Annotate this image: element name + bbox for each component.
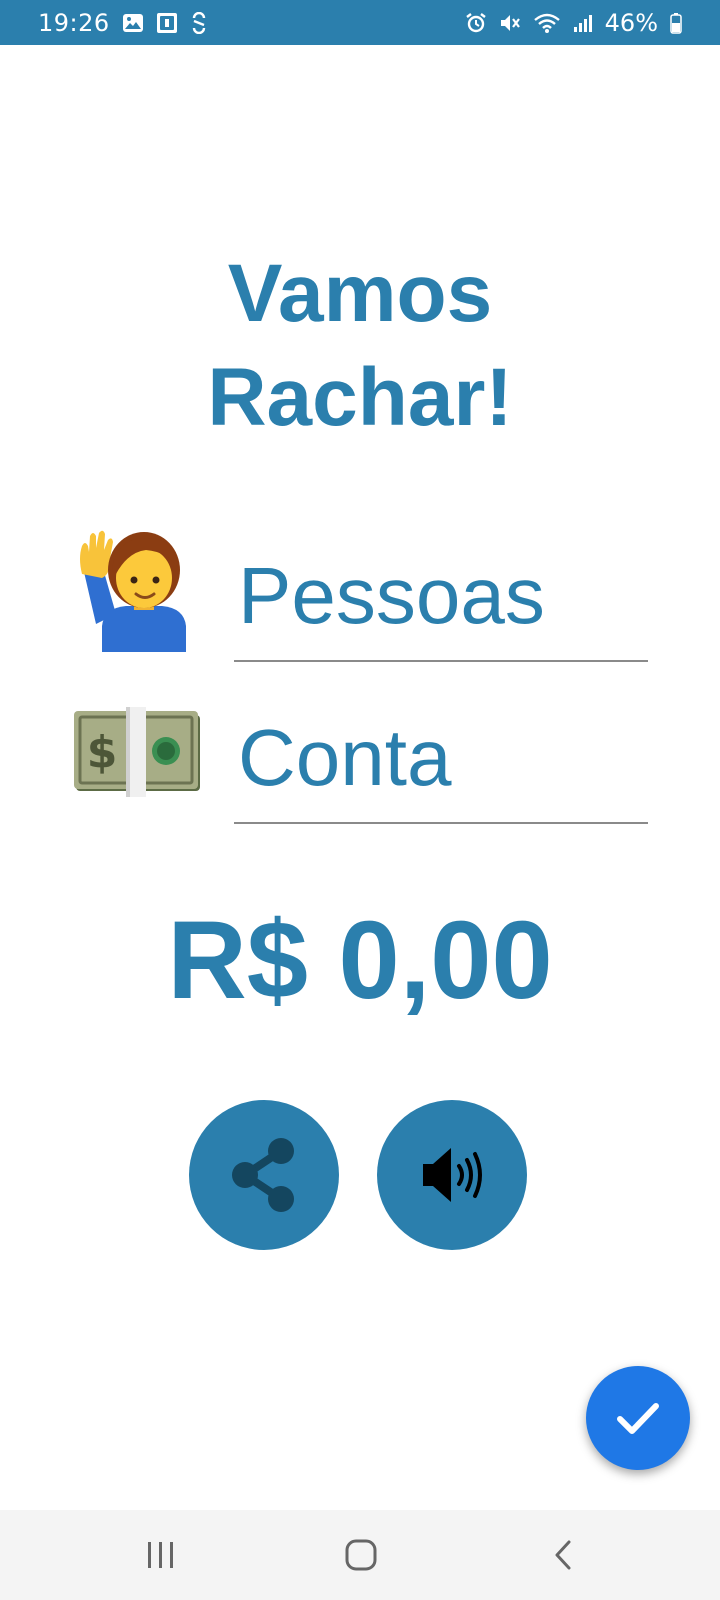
wifi-icon [533, 11, 561, 35]
battery-icon [670, 11, 682, 35]
bill-input[interactable] [234, 708, 644, 808]
mute-icon [499, 11, 521, 35]
raising-hand-icon [74, 528, 202, 652]
people-input[interactable] [234, 546, 644, 646]
share-button[interactable] [189, 1100, 339, 1250]
status-left: 19:26 [38, 9, 208, 37]
recents-button[interactable] [131, 1532, 191, 1578]
signal-icon [573, 11, 593, 35]
check-icon [617, 1403, 659, 1434]
title-line-1: Vamos [227, 248, 493, 339]
money-bill-icon: $ [74, 690, 202, 814]
home-button[interactable] [331, 1532, 391, 1578]
speaker-icon [423, 1148, 482, 1202]
gallery-icon [122, 11, 144, 35]
result-amount: R$ 0,00 [167, 899, 553, 1022]
speak-button[interactable] [377, 1100, 527, 1250]
sync-icon [190, 11, 208, 35]
status-bar: 19:26 46% [0, 0, 720, 45]
app-notification-icon [156, 11, 178, 35]
recents-icon [148, 1542, 173, 1568]
navigation-bar [0, 1510, 720, 1600]
home-icon [345, 1539, 377, 1571]
people-field [234, 528, 648, 662]
people-row [74, 528, 648, 662]
title-line-2: Rachar! [207, 352, 513, 443]
bill-row: $ [74, 690, 648, 824]
confirm-fab[interactable] [586, 1366, 690, 1470]
alarm-icon [465, 11, 487, 35]
back-button[interactable] [533, 1532, 593, 1578]
app-screen: 19:26 46% Vamos Rachar! Pessoas $ Conta … [0, 0, 720, 1600]
svg-text:$: $ [87, 727, 118, 778]
share-icon [232, 1138, 294, 1212]
status-time: 19:26 [38, 8, 110, 37]
bill-field [234, 690, 648, 824]
battery-percent: 46% [604, 8, 658, 37]
back-icon [555, 1540, 571, 1570]
status-right: 46% [465, 9, 682, 37]
page-title: Vamos Rachar! [0, 242, 720, 450]
